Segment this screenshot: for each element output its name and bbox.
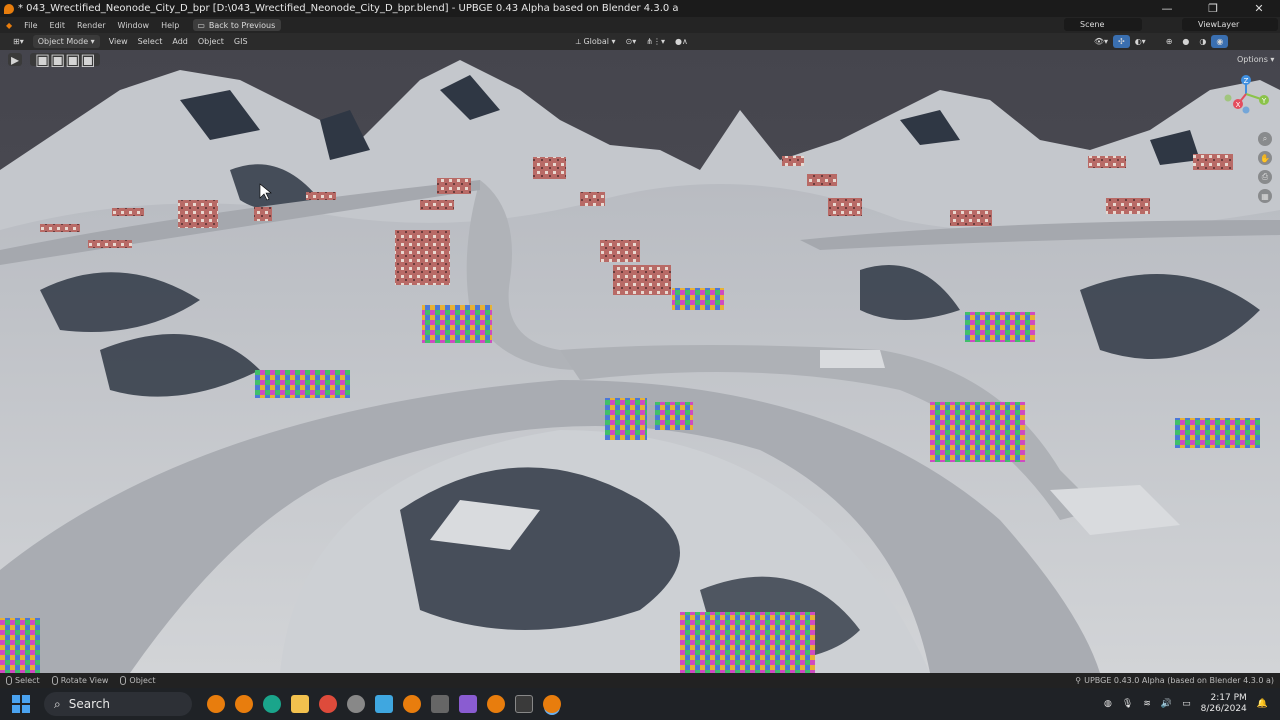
status-rotate: Rotate View — [51, 676, 109, 685]
options-button[interactable]: Options ▾ — [1232, 53, 1279, 66]
proportional-edit-button[interactable]: ●∧ — [670, 35, 693, 48]
pan-hand-icon[interactable]: ✋ — [1258, 151, 1272, 165]
taskbar: ⌕ Search — [0, 688, 1280, 720]
mode-dropdown[interactable]: Object Mode ▾ — [32, 35, 100, 48]
zoom-icon[interactable]: ⌕ — [1258, 132, 1272, 146]
menu-gis[interactable]: GIS — [229, 35, 253, 48]
mode-label: Object Mode — [37, 37, 89, 46]
scene-name: Scene — [1080, 20, 1105, 29]
maximize-button[interactable]: ❐ — [1190, 0, 1236, 17]
back-to-previous-label: Back to Previous — [208, 20, 276, 30]
scene-selector[interactable]: Scene — [1064, 18, 1142, 31]
terminal-icon[interactable] — [515, 695, 533, 713]
clock[interactable]: 2:17 PM 8/26/2024 — [1201, 693, 1247, 715]
shading-wireframe-button[interactable]: ⊕ — [1161, 35, 1178, 48]
viewport-header: ⊞▾ Object Mode ▾ View Select Add Object … — [0, 33, 1280, 50]
selection-mode-buttons[interactable]: ▣▣▣▣ — [30, 50, 101, 69]
notepad-icon[interactable] — [375, 695, 393, 713]
chrome-browser-icon[interactable] — [319, 695, 337, 713]
close-button[interactable]: ✕ — [1236, 0, 1280, 17]
menu-window[interactable]: Window — [112, 21, 156, 30]
overlay-toggle-button[interactable]: ◐▾ — [1130, 35, 1151, 48]
menu-select[interactable]: Select — [133, 35, 168, 48]
view-layer-name: ViewLayer — [1198, 20, 1240, 29]
shading-material-button[interactable]: ◑ — [1194, 35, 1211, 48]
window-title: * 043_Wrectified_Neonode_City_D_bpr [D:\… — [18, 3, 679, 14]
title-bar: * 043_Wrectified_Neonode_City_D_bpr [D:\… — [0, 0, 1280, 17]
menu-render[interactable]: Render — [71, 21, 111, 30]
gizmo-y-label: Y — [1261, 97, 1267, 105]
gizmo-x-label: X — [1236, 101, 1241, 109]
windows-start-icon[interactable] — [12, 695, 30, 713]
axes-icon: ⟂ — [575, 36, 584, 46]
menu-add[interactable]: Add — [167, 35, 193, 48]
wifi-icon[interactable]: ≋ — [1143, 699, 1151, 709]
blender-active-app-icon[interactable] — [543, 695, 561, 713]
menu-edit[interactable]: Edit — [44, 21, 72, 30]
status-object: Object — [120, 676, 155, 685]
status-rotate-label: Rotate View — [60, 676, 109, 685]
menu-object[interactable]: Object — [193, 35, 229, 48]
visibility-button[interactable]: 👁▾ — [1089, 35, 1113, 48]
left-mouse-icon — [6, 676, 12, 685]
right-mouse-icon — [120, 676, 127, 685]
shading-rendered-button[interactable]: ◉ — [1211, 35, 1229, 48]
clock-date: 8/26/2024 — [1200, 704, 1247, 714]
status-select-label: Select — [15, 676, 40, 685]
taskbar-search-label: Search — [68, 697, 110, 711]
3d-viewport[interactable]: Options ▾ ▸ ▣▣▣▣ Z Y X ⌕ ✋ ⎙ ▦ — [0, 50, 1280, 673]
gizmo-toggle-button[interactable]: ✣ — [1113, 35, 1130, 48]
screen-icon: ▭ — [197, 20, 205, 30]
view-layer-selector[interactable]: ViewLayer — [1182, 18, 1278, 31]
system-tray: ◍ 🎙 ≋ 🔊 ▭ 2:17 PM 8/26/2024 🔔 — [1104, 688, 1280, 720]
blender-menu-icon[interactable]: ◆ — [0, 21, 18, 30]
menu-help[interactable]: Help — [155, 21, 185, 30]
select-tool-button[interactable]: ▸ — [8, 50, 22, 69]
snap-button[interactable]: ⋔⋮▾ — [641, 35, 670, 48]
scene-render — [0, 50, 1280, 673]
microphone-icon[interactable]: 🎙 — [1122, 699, 1133, 709]
volume-icon[interactable]: 🔊 — [1161, 699, 1172, 709]
status-bar: Select Rotate View Object ⚲ UPBGE 0.43.0… — [0, 673, 1280, 688]
upbge-app-icon-3[interactable] — [403, 695, 421, 713]
status-select: Select — [6, 676, 40, 685]
minimize-button[interactable]: — — [1144, 0, 1190, 17]
utility-app-icon[interactable] — [431, 695, 449, 713]
editor-type-button[interactable]: ⊞▾ — [8, 35, 29, 48]
navigation-gizmo[interactable]: Z Y X — [1222, 74, 1274, 114]
upbge-app-icon-2[interactable] — [235, 695, 253, 713]
notification-bell-icon[interactable]: 🔔 — [1257, 699, 1268, 709]
transform-orientation-dropdown[interactable]: ⟂ Global ▾ — [571, 35, 621, 48]
app-wheel-icon[interactable] — [347, 695, 365, 713]
network-status-icon[interactable]: ◍ — [1104, 699, 1112, 709]
gizmo-z-label: Z — [1244, 77, 1249, 85]
status-version-label: UPBGE 0.43.0 Alpha (based on Blender 4.3… — [1084, 676, 1274, 685]
visual-studio-icon[interactable] — [459, 695, 477, 713]
camera-view-icon[interactable]: ⎙ — [1258, 170, 1272, 184]
menu-view[interactable]: View — [104, 35, 133, 48]
taskbar-search-box[interactable]: ⌕ Search — [44, 692, 192, 716]
perspective-toggle-icon[interactable]: ▦ — [1258, 189, 1272, 203]
back-to-previous-button[interactable]: ▭ Back to Previous — [193, 19, 282, 31]
middle-mouse-icon — [51, 676, 58, 685]
options-label: Options — [1237, 55, 1268, 64]
edge-browser-icon[interactable] — [263, 695, 281, 713]
pivot-point-button[interactable]: ⊙▾ — [621, 35, 642, 48]
orientation-label: Global — [583, 37, 609, 46]
upbge-logo-icon — [4, 3, 14, 14]
upbge-app-icon-4[interactable] — [487, 695, 505, 713]
version-icon: ⚲ — [1075, 676, 1082, 685]
menu-file[interactable]: File — [18, 21, 43, 30]
search-icon: ⌕ — [54, 696, 61, 711]
shading-solid-button[interactable]: ● — [1177, 35, 1194, 48]
status-object-label: Object — [129, 676, 156, 685]
plot-platform-3 — [820, 350, 885, 368]
status-version: ⚲ UPBGE 0.43.0 Alpha (based on Blender 4… — [1075, 676, 1274, 685]
upbge-app-icon[interactable] — [207, 695, 225, 713]
clock-time: 2:17 PM — [1210, 693, 1247, 703]
battery-icon[interactable]: ▭ — [1182, 699, 1191, 709]
file-explorer-icon[interactable] — [291, 695, 309, 713]
